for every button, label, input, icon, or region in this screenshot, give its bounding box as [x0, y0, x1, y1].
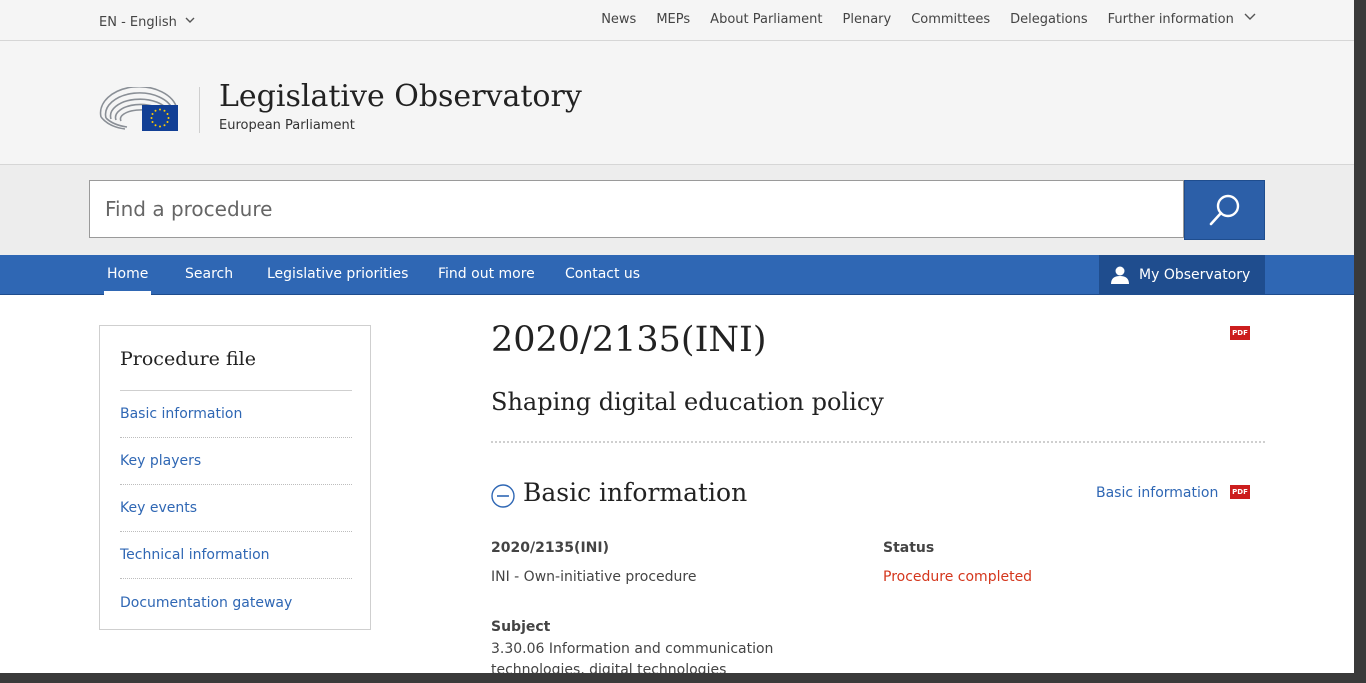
pdf-icon[interactable]: PDF [1230, 326, 1250, 340]
european-parliament-logo[interactable] [99, 85, 179, 133]
horizontal-scrollbar[interactable] [0, 673, 1366, 683]
procedure-file-panel: Procedure file Basic information Key pla… [99, 325, 371, 630]
my-observatory-label: My Observatory [1139, 266, 1251, 283]
panel-title: Procedure file [120, 348, 256, 370]
topnav-further-information-label: Further information [1107, 12, 1234, 27]
topnav-plenary[interactable]: Plenary [843, 12, 892, 27]
site-header: Legislative Observatory European Parliam… [0, 41, 1354, 165]
chevron-down-icon [1244, 13, 1256, 20]
nav-home[interactable]: Home [103, 266, 152, 295]
pdf-icon[interactable]: PDF [1230, 485, 1250, 499]
search-input[interactable] [89, 180, 1184, 238]
topnav-delegations[interactable]: Delegations [1010, 12, 1088, 27]
vertical-scrollbar[interactable] [1354, 0, 1366, 683]
sidebar-item-basic-information[interactable]: Basic information [120, 391, 352, 438]
main-navigation: Home Search Legislative priorities Find … [0, 255, 1354, 295]
topnav-news[interactable]: News [601, 12, 636, 27]
search-bar [0, 165, 1354, 255]
sidebar-item-technical-information[interactable]: Technical information [120, 532, 352, 579]
collapse-section-icon[interactable] [491, 484, 515, 508]
site-subtitle: European Parliament [219, 118, 355, 133]
chevron-down-icon [185, 13, 195, 28]
browser-viewport: EN - English News MEPs About Parliament … [0, 0, 1354, 673]
nav-legislative-priorities[interactable]: Legislative priorities [267, 266, 408, 282]
panel-links: Basic information Key players Key events… [120, 391, 352, 626]
subject-value: 3.30.06 Information and communication te… [491, 641, 774, 673]
basic-information-heading: Basic information [523, 478, 748, 507]
topnav-about-parliament[interactable]: About Parliament [710, 12, 822, 27]
sidebar-item-documentation-gateway[interactable]: Documentation gateway [120, 579, 352, 626]
nav-search[interactable]: Search [185, 266, 233, 282]
top-bar: EN - English News MEPs About Parliament … [0, 0, 1354, 41]
topnav-further-information[interactable]: Further information [1108, 12, 1256, 27]
nav-find-out-more[interactable]: Find out more [438, 266, 535, 282]
procedure-type-value: INI - Own-initiative procedure [491, 569, 697, 585]
status-label: Status [883, 540, 935, 556]
section-divider [491, 441, 1265, 443]
top-navigation: News MEPs About Parliament Plenary Commi… [601, 12, 1256, 27]
nav-contact-us[interactable]: Contact us [565, 266, 640, 282]
sidebar-item-key-players[interactable]: Key players [120, 438, 352, 485]
search-icon [1209, 194, 1239, 226]
procedure-reference: 2020/2135(INI) [491, 320, 767, 360]
procedure-title: Shaping digital education policy [491, 388, 884, 416]
user-icon [1111, 266, 1129, 284]
logo-divider [199, 87, 200, 133]
topnav-meps[interactable]: MEPs [656, 12, 690, 27]
topnav-committees[interactable]: Committees [911, 12, 990, 27]
language-selector[interactable]: EN - English [99, 13, 195, 30]
subject-label: Subject [491, 619, 551, 635]
sidebar-item-key-events[interactable]: Key events [120, 485, 352, 532]
my-observatory-button[interactable]: My Observatory [1099, 255, 1265, 294]
search-button[interactable] [1184, 180, 1265, 240]
procedure-ref-label: 2020/2135(INI) [491, 540, 609, 556]
status-value: Procedure completed [883, 569, 1033, 585]
language-label: EN - English [99, 15, 177, 30]
basic-information-link[interactable]: Basic information [1096, 485, 1218, 501]
site-title[interactable]: Legislative Observatory [219, 79, 582, 114]
